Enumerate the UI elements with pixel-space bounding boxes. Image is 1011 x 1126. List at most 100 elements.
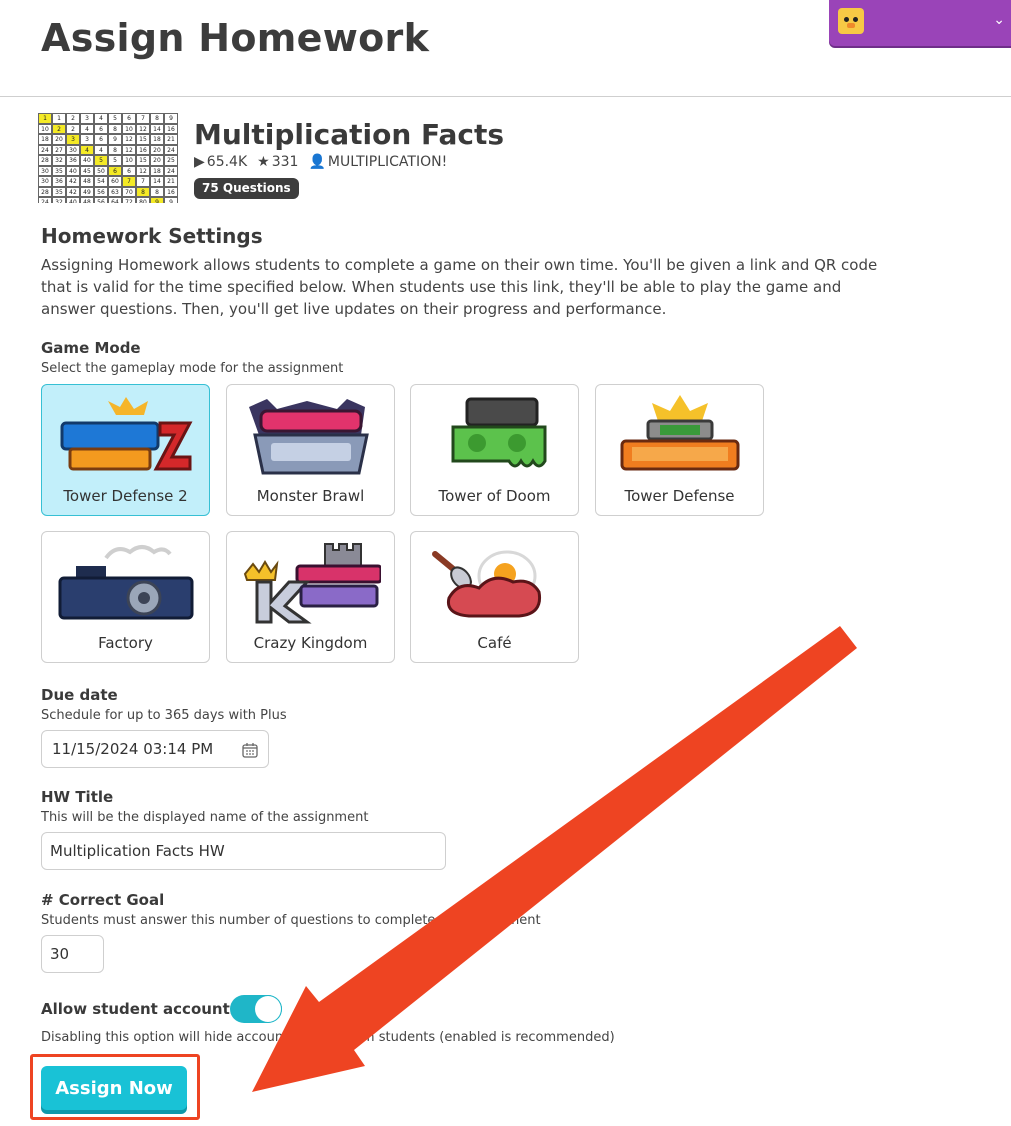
table-cell: 40 xyxy=(66,197,80,203)
tower-defense-logo xyxy=(620,395,740,471)
table-cell: 6 xyxy=(122,165,136,176)
play-count: 65.4K xyxy=(206,154,248,170)
table-cell: 64 xyxy=(108,197,122,203)
table-cell: 18 xyxy=(150,134,164,145)
table-cell: 6 xyxy=(94,123,108,134)
table-cell: 9 xyxy=(164,113,178,124)
table-cell: 4 xyxy=(80,144,94,155)
table-cell: 36 xyxy=(52,176,66,187)
table-cell: 5 xyxy=(108,113,122,124)
table-cell: 80 xyxy=(136,197,150,203)
due-date-sub: Schedule for up to 365 days with Plus xyxy=(41,708,287,723)
table-cell: 8 xyxy=(150,113,164,124)
mode-label: Tower Defense 2 xyxy=(63,487,188,505)
table-cell: 45 xyxy=(80,165,94,176)
table-cell: 8 xyxy=(136,186,150,197)
table-cell: 5 xyxy=(94,155,108,166)
avatar xyxy=(838,8,864,34)
table-cell: 24 xyxy=(164,144,178,155)
student-accounts-sub: Disabling this option will hide account … xyxy=(41,1030,615,1045)
table-cell: 16 xyxy=(164,186,178,197)
table-cell: 8 xyxy=(108,144,122,155)
mode-label: Café xyxy=(477,634,512,652)
mode-card-monster-brawl[interactable]: Monster Brawl xyxy=(226,384,395,516)
mode-label: Factory xyxy=(98,634,153,652)
table-cell: 56 xyxy=(94,186,108,197)
table-cell: 7 xyxy=(136,176,150,187)
table-cell: 9 xyxy=(164,197,178,203)
table-cell: 16 xyxy=(164,123,178,134)
table-cell: 18 xyxy=(38,134,52,145)
section-title: Homework Settings xyxy=(41,224,263,248)
mode-label: Crazy Kingdom xyxy=(253,634,368,652)
correct-goal-label: # Correct Goal xyxy=(41,891,165,909)
due-date-label: Due date xyxy=(41,686,118,704)
table-cell: 32 xyxy=(52,197,66,203)
table-cell: 50 xyxy=(94,165,108,176)
table-cell: 6 xyxy=(108,165,122,176)
table-cell: 4 xyxy=(94,113,108,124)
table-cell: 72 xyxy=(122,197,136,203)
correct-goal-input[interactable]: 30 xyxy=(41,935,104,973)
table-cell: 6 xyxy=(122,113,136,124)
mode-card-tower-of-doom[interactable]: Tower of Doom xyxy=(410,384,579,516)
mode-card-tower-defense-2[interactable]: Tower Defense 2 xyxy=(41,384,210,516)
due-date-field[interactable]: 11/15/2024 03:14 PM xyxy=(41,730,269,768)
table-cell: 40 xyxy=(66,165,80,176)
due-date-value: 11/15/2024 03:14 PM xyxy=(52,740,214,758)
table-cell: 12 xyxy=(122,134,136,145)
table-cell: 42 xyxy=(66,176,80,187)
table-cell: 2 xyxy=(66,123,80,134)
mode-label: Tower of Doom xyxy=(438,487,551,505)
table-cell: 4 xyxy=(80,123,94,134)
correct-goal-sub: Students must answer this number of ques… xyxy=(41,913,541,928)
table-cell: 15 xyxy=(136,155,150,166)
table-cell: 35 xyxy=(52,186,66,197)
table-cell: 30 xyxy=(66,144,80,155)
table-cell: 6 xyxy=(94,134,108,145)
calendar-icon[interactable] xyxy=(242,742,258,758)
table-cell: 1 xyxy=(38,113,52,124)
table-cell: 2 xyxy=(52,123,66,134)
question-count-badge: 75 Questions xyxy=(194,178,299,199)
table-cell: 8 xyxy=(108,123,122,134)
table-cell: 70 xyxy=(122,186,136,197)
crazy-kingdom-logo xyxy=(243,543,381,624)
table-cell: 20 xyxy=(150,155,164,166)
table-cell: 10 xyxy=(38,123,52,134)
table-cell: 12 xyxy=(136,123,150,134)
set-title: Multiplication Facts xyxy=(194,118,505,151)
mode-card-crazy-kingdom[interactable]: Crazy Kingdom xyxy=(226,531,395,663)
hw-title-input[interactable]: Multiplication Facts HW xyxy=(41,832,446,870)
table-cell: 32 xyxy=(52,155,66,166)
mode-card-factory[interactable]: Factory xyxy=(41,531,210,663)
table-cell: 54 xyxy=(94,176,108,187)
toggle-knob xyxy=(255,996,281,1022)
table-cell: 10 xyxy=(122,123,136,134)
cafe-logo xyxy=(432,550,542,618)
table-cell: 60 xyxy=(108,176,122,187)
student-accounts-toggle[interactable] xyxy=(230,995,282,1023)
mode-card-tower-defense[interactable]: Tower Defense xyxy=(595,384,764,516)
table-cell: 3 xyxy=(80,134,94,145)
table-cell: 10 xyxy=(122,155,136,166)
mode-label: Tower Defense xyxy=(624,487,735,505)
table-cell: 1 xyxy=(52,113,66,124)
settings-description: Assigning Homework allows students to co… xyxy=(41,256,878,318)
table-cell: 12 xyxy=(136,165,150,176)
favorite-count: 331 xyxy=(271,154,299,170)
table-cell: 18 xyxy=(150,165,164,176)
table-cell: 24 xyxy=(38,197,52,203)
table-cell: 30 xyxy=(38,165,52,176)
table-cell: 56 xyxy=(94,197,108,203)
table-cell: 48 xyxy=(80,176,94,187)
tower-of-doom-logo xyxy=(451,397,547,468)
table-cell: 36 xyxy=(66,155,80,166)
user-menu[interactable]: ⌄ xyxy=(829,0,1011,46)
user-icon: 👤 xyxy=(308,154,326,170)
mode-card-cafe[interactable]: Café xyxy=(410,531,579,663)
game-mode-sub: Select the gameplay mode for the assignm… xyxy=(41,361,344,376)
table-cell: 27 xyxy=(52,144,66,155)
set-author: MULTIPLICATION! xyxy=(327,154,448,170)
table-cell: 20 xyxy=(150,144,164,155)
